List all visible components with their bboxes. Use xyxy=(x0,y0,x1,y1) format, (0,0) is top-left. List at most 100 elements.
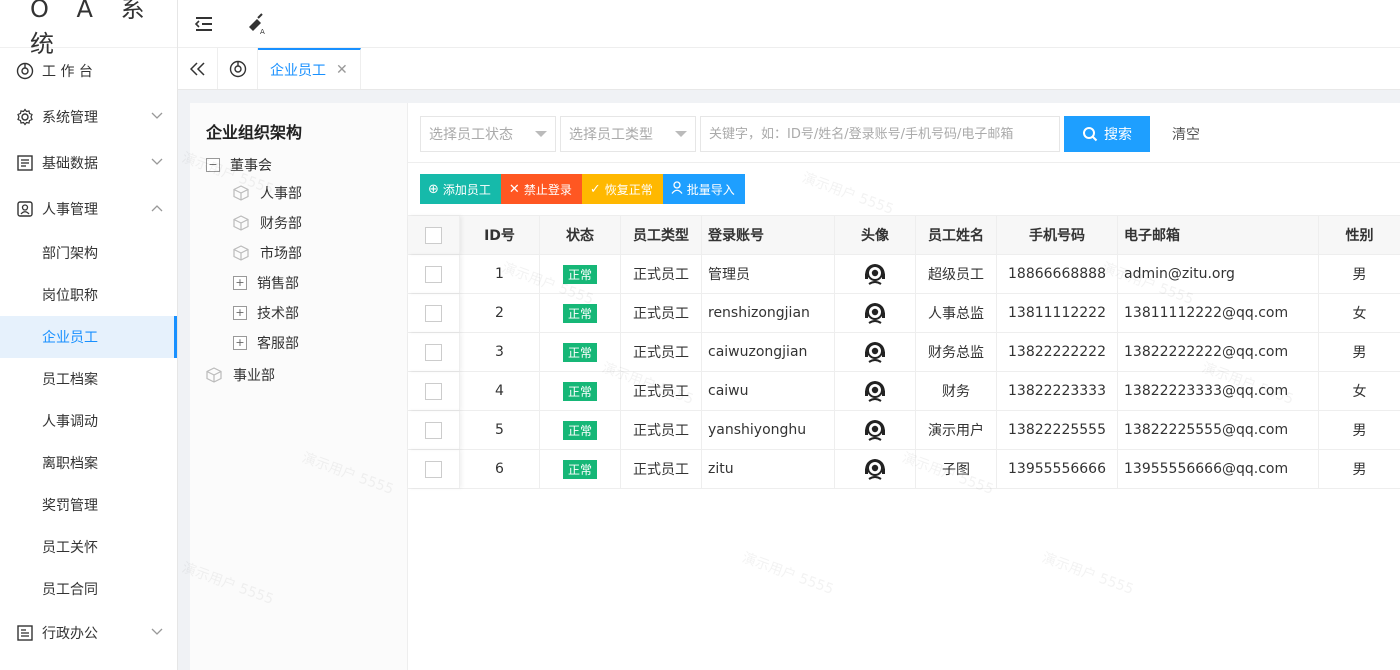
avatar-headset-icon[interactable] xyxy=(862,378,888,404)
collapse-icon[interactable]: − xyxy=(206,158,220,172)
sidebar-item-system[interactable]: 系统管理 xyxy=(0,94,177,140)
tree-node-label: 人事部 xyxy=(260,186,302,202)
sidebar-sub-transfer[interactable]: 人事调动 xyxy=(0,400,177,442)
header-type: 员工类型 xyxy=(621,216,702,254)
chevron-up-icon xyxy=(151,204,163,215)
header-phone: 手机号码 xyxy=(997,216,1118,254)
status-badge: 正常 xyxy=(562,342,597,362)
sidebar-sub-care[interactable]: 员工关怀 xyxy=(0,526,177,568)
sidebar-item-dashboard[interactable]: 工 作 台 xyxy=(0,48,177,94)
sidebar-sub-dept[interactable]: 部门架构 xyxy=(0,232,177,274)
brush-icon: A xyxy=(249,12,265,35)
cell-name: 财务 xyxy=(916,372,997,410)
row-checkbox-cell xyxy=(408,450,460,488)
main-content: 企业组织架构 − 董事会 人事部 财务部 市场部 + 销售部 + 技术部 + 客… xyxy=(180,103,1400,670)
table-row[interactable]: 1 正常 正式员工 管理员 超级员工 18866668888 admin@zitu.org 男 xyxy=(408,255,1400,294)
avatar-headset-icon[interactable] xyxy=(862,261,888,287)
avatar-headset-icon[interactable] xyxy=(862,339,888,365)
select-placeholder: 选择员工状态 xyxy=(429,127,513,143)
cell-id: 1 xyxy=(460,255,540,293)
keyword-input[interactable] xyxy=(700,116,1060,152)
cell-id: 4 xyxy=(460,372,540,410)
sidebar-sub-resign[interactable]: 离职档案 xyxy=(0,442,177,484)
tree-node-board[interactable]: − 董事会 xyxy=(206,154,272,176)
status-select[interactable]: 选择员工状态 xyxy=(420,116,556,152)
search-button[interactable]: 搜索 xyxy=(1064,116,1150,152)
add-employee-button[interactable]: ⊕ 添加员工 xyxy=(420,174,501,204)
header-id[interactable]: ID号 xyxy=(460,216,540,254)
select-all-checkbox[interactable] xyxy=(425,226,442,244)
table-row[interactable]: 4 正常 正式员工 caiwu 财务 13822223333 13822223333@qq.… xyxy=(408,372,1400,411)
employee-panel: 选择员工状态 选择员工类型 搜索 清空 ⊕ 添加员工 ✕ 禁止登录 xyxy=(408,103,1400,670)
cell-phone: 13822222222 xyxy=(997,333,1118,371)
row-checkbox[interactable] xyxy=(425,343,442,361)
expand-icon[interactable]: + xyxy=(233,306,247,320)
cell-sex: 男 xyxy=(1352,462,1367,478)
batch-import-button[interactable]: 批量导入 xyxy=(662,174,745,204)
cell-status: 正常 xyxy=(540,372,621,410)
tree-node-sales[interactable]: + 销售部 xyxy=(233,272,299,294)
cell-phone: 13955556666 xyxy=(997,450,1118,488)
table-row[interactable]: 2 正常 正式员工 renshizongjian 人事总监 13811112222 1381… xyxy=(408,294,1400,333)
check-icon: ✓ xyxy=(589,181,601,197)
tab-employees[interactable]: 企业员工 ✕ xyxy=(258,48,361,89)
collapse-menu-button[interactable] xyxy=(178,0,230,48)
cube-icon xyxy=(206,367,222,383)
cell-phone: 13822225555 xyxy=(997,411,1118,449)
tab-home[interactable] xyxy=(218,48,258,89)
row-checkbox[interactable] xyxy=(425,265,442,283)
sidebar-sub-archive[interactable]: 员工档案 xyxy=(0,358,177,400)
close-icon[interactable]: ✕ xyxy=(336,62,348,78)
tree-node-label: 董事会 xyxy=(230,158,272,174)
sidebar-sub-employees[interactable]: 企业员工 xyxy=(0,316,177,358)
sidebar-sub-reward[interactable]: 奖罚管理 xyxy=(0,484,177,526)
cell-phone: 18866668888 xyxy=(997,255,1118,293)
header-sex: 性别 xyxy=(1345,228,1374,244)
row-checkbox[interactable] xyxy=(425,460,442,478)
cell-status: 正常 xyxy=(540,450,621,488)
avatar-headset-icon[interactable] xyxy=(862,417,888,443)
cell-id: 3 xyxy=(460,333,540,371)
cell-email: 13822222222@qq.com xyxy=(1118,333,1319,371)
theme-button[interactable]: A xyxy=(230,0,282,48)
tabs-scroll-left-button[interactable] xyxy=(178,48,218,89)
sidebar-sub-position[interactable]: 岗位职称 xyxy=(0,274,177,316)
cell-status: 正常 xyxy=(540,333,621,371)
status-badge: 正常 xyxy=(562,459,597,479)
cell-status: 正常 xyxy=(540,294,621,332)
status-badge: 正常 xyxy=(562,264,597,284)
cell-account: yanshiyonghu xyxy=(702,411,835,449)
row-checkbox[interactable] xyxy=(425,382,442,400)
tree-node-hr[interactable]: 人事部 xyxy=(232,182,302,204)
row-checkbox[interactable] xyxy=(425,304,442,322)
table-row[interactable]: 3 正常 正式员工 caiwuzongjian 财务总监 13822222222 13822… xyxy=(408,333,1400,372)
avatar-headset-icon[interactable] xyxy=(862,300,888,326)
cell-name: 财务总监 xyxy=(916,333,997,371)
expand-icon[interactable]: + xyxy=(233,336,247,350)
table-row[interactable]: 5 正常 正式员工 yanshiyonghu 演示用户 13822225555 138222… xyxy=(408,411,1400,450)
sidebar-item-basedata[interactable]: 基础数据 xyxy=(0,140,177,186)
avatar-headset-icon[interactable] xyxy=(862,456,888,482)
cell-id: 6 xyxy=(460,450,540,488)
sidebar-sub-contract[interactable]: 员工合同 xyxy=(0,568,177,610)
cell-account: 管理员 xyxy=(702,255,835,293)
clear-button[interactable]: 清空 xyxy=(1172,124,1200,144)
tree-node-finance[interactable]: 财务部 xyxy=(232,212,302,234)
row-checkbox[interactable] xyxy=(425,421,442,439)
tree-node-market[interactable]: 市场部 xyxy=(232,242,302,264)
cell-avatar xyxy=(835,372,916,410)
tree-node-service[interactable]: + 客服部 xyxy=(233,332,299,354)
restore-button[interactable]: ✓ 恢复正常 xyxy=(581,174,663,204)
cell-name: 超级员工 xyxy=(916,255,997,293)
header-account: 登录账号 xyxy=(702,216,835,254)
tree-node-tech[interactable]: + 技术部 xyxy=(233,302,299,324)
cell-avatar xyxy=(835,333,916,371)
expand-icon[interactable]: + xyxy=(233,276,247,290)
sidebar-item-hr[interactable]: 人事管理 xyxy=(0,186,177,232)
ban-login-button[interactable]: ✕ 禁止登录 xyxy=(500,174,582,204)
sidebar-item-office[interactable]: 行政办公 xyxy=(0,610,177,656)
table-row[interactable]: 6 正常 正式员工 zitu 子图 13955556666 13955556666@qq.c… xyxy=(408,450,1400,489)
tree-node-business[interactable]: 事业部 xyxy=(205,364,275,386)
type-select[interactable]: 选择员工类型 xyxy=(560,116,696,152)
button-label: 添加员工 xyxy=(442,182,491,197)
